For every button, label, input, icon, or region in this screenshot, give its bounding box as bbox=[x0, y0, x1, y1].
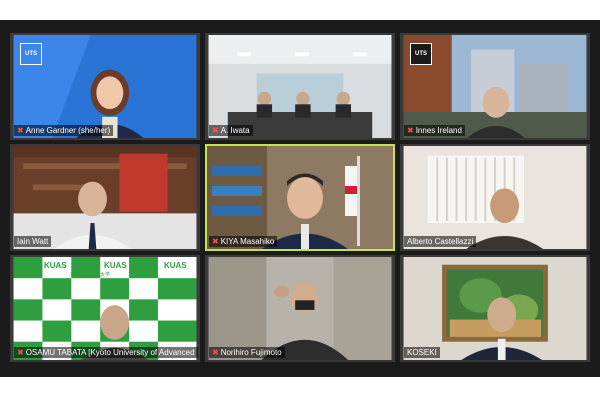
participant-tile-1[interactable]: UTS ✖ Anne Gardner (she/her) bbox=[10, 33, 200, 140]
kuas-logo: KUAS bbox=[164, 261, 187, 270]
video-feed-alberto bbox=[403, 146, 587, 249]
kuas-logo: KUAS bbox=[104, 261, 127, 270]
participant-name-label: KOSEKI bbox=[404, 347, 440, 358]
participant-name-label: ✖ Norihiro Fujimoto bbox=[209, 347, 285, 358]
microphone-muted-icon: ✖ bbox=[212, 348, 219, 357]
participant-tile-3[interactable]: UTS ✖ Innes Ireland bbox=[400, 33, 590, 140]
microphone-muted-icon: ✖ bbox=[17, 126, 24, 135]
participant-tile-9[interactable]: KOSEKI bbox=[400, 255, 590, 362]
microphone-muted-icon: ✖ bbox=[212, 237, 219, 246]
participant-tile-8[interactable]: ✖ Norihiro Fujimoto bbox=[205, 255, 395, 362]
kuas-logo: KUAS bbox=[44, 261, 67, 270]
microphone-muted-icon: ✖ bbox=[407, 126, 414, 135]
participant-name-label: ✖ Innes Ireland bbox=[404, 125, 465, 136]
participant-tile-5-active-speaker[interactable]: ✖ KIYA Masahiko bbox=[205, 144, 395, 251]
participant-name-label: Iain Watt bbox=[14, 236, 52, 247]
video-feed-fujimoto bbox=[208, 257, 392, 360]
uts-logo: UTS bbox=[20, 43, 42, 65]
participant-name-label: ✖ KIYA Masahiko bbox=[209, 236, 278, 247]
video-feed-iain bbox=[13, 146, 197, 249]
participant-name-label: ✖ Anne Gardner (she/her) bbox=[14, 125, 114, 136]
participant-tile-7[interactable]: KUAS KUAS KUAS 京都先端科学大学 ✖ OSAMU TABATA [K… bbox=[10, 255, 200, 362]
microphone-muted-icon: ✖ bbox=[17, 348, 24, 357]
microphone-muted-icon: ✖ bbox=[212, 126, 219, 135]
kuas-tagline: 京都先端科学大学 bbox=[70, 272, 111, 278]
participant-tile-4[interactable]: Iain Watt bbox=[10, 144, 200, 251]
uts-logo: UTS bbox=[410, 43, 432, 65]
participant-name-label: ✖ OSAMU TABATA [Kyoto University of Advan… bbox=[14, 347, 198, 358]
participant-name-label: ✖ A. Iwata bbox=[209, 125, 253, 136]
participant-tile-6[interactable]: Alberto Castellazzi bbox=[400, 144, 590, 251]
participant-name-label: Alberto Castellazzi bbox=[404, 236, 477, 247]
participant-tile-2[interactable]: ✖ A. Iwata bbox=[205, 33, 395, 140]
video-feed-iwata bbox=[208, 35, 392, 138]
video-feed-kiya bbox=[207, 146, 393, 249]
video-grid: UTS ✖Anne Gardner (she/her) ✖A. Iwata bbox=[0, 20, 600, 377]
video-feed-koseki bbox=[403, 257, 587, 360]
